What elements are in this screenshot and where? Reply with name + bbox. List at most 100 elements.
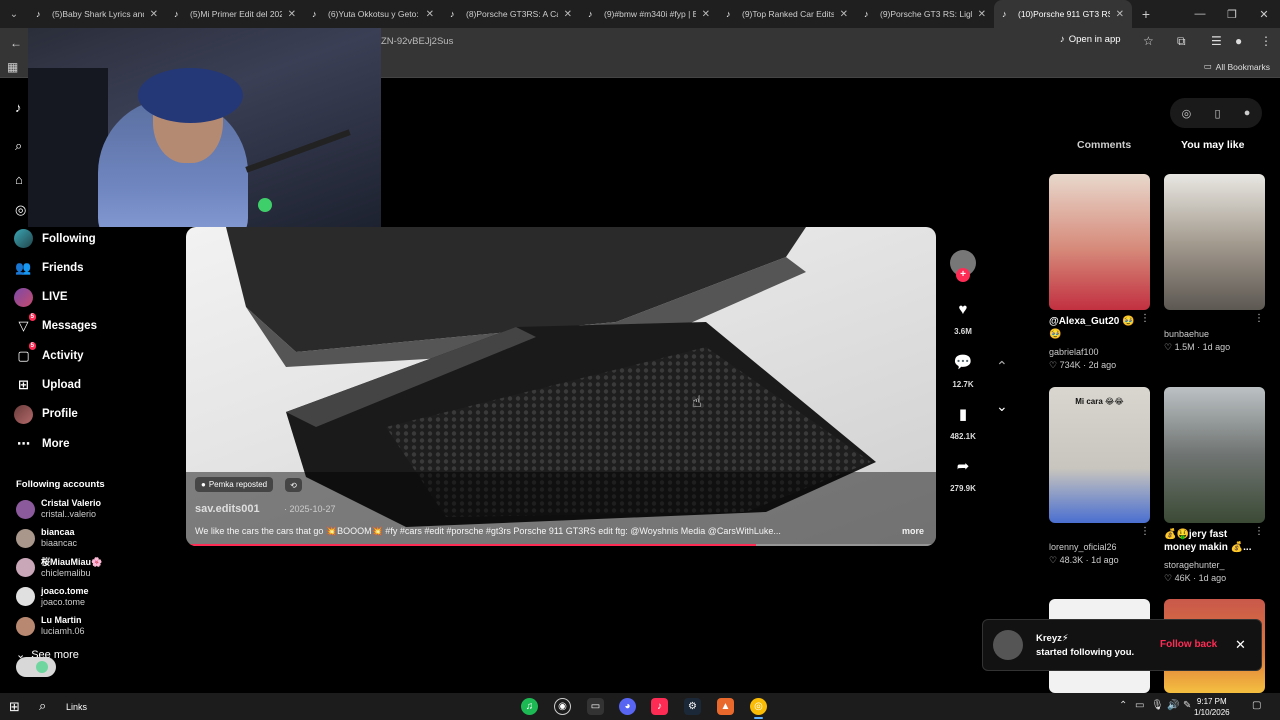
close-tab-icon[interactable]: ✕ (426, 9, 434, 20)
compass-icon[interactable]: ◎ (1182, 107, 1192, 120)
sidebar-item-profile[interactable]: Profile (14, 404, 78, 424)
user-avatar-icon[interactable]: ● (1244, 107, 1251, 119)
close-tab-icon[interactable]: ✕ (150, 9, 158, 20)
chrome-icon[interactable]: ◎ (750, 698, 767, 719)
close-tab-icon[interactable]: ✕ (702, 9, 710, 20)
theme-toggle[interactable] (16, 657, 56, 677)
close-icon[interactable]: ✕ (1235, 637, 1246, 653)
browser-tab[interactable]: ♪ (6)Yuta Okkotsu y Geto: E ✕ (304, 0, 442, 28)
tray-chevron-icon[interactable]: ⌃ (1119, 700, 1127, 711)
windows-start-icon[interactable]: ⊞ (9, 699, 20, 715)
tab-comments[interactable]: Comments (1077, 139, 1131, 151)
close-window-icon[interactable]: ✕ (1248, 0, 1280, 28)
video-author[interactable]: sav.edits001 (195, 503, 260, 515)
obs-icon[interactable]: ◉ (554, 698, 571, 715)
search-icon[interactable]: ⌕ (15, 138, 22, 154)
close-tab-icon[interactable]: ✕ (564, 9, 572, 20)
sidebar-item-upload[interactable]: ⊞ Upload (14, 376, 81, 395)
comment-button[interactable]: 💬 12.7K (947, 353, 979, 389)
sidebar-item-activity[interactable]: ▢ 5 Activity (14, 342, 84, 365)
browser-tab[interactable]: ♪ (9)Porsche GT3 RS: Lightw ✕ (856, 0, 994, 28)
notifications-icon[interactable]: ▢ (1252, 700, 1261, 711)
follow-back-button[interactable]: Follow back (1160, 639, 1217, 650)
discord-icon[interactable]: ◕ (619, 698, 636, 715)
tiktok-logo-icon[interactable]: ♪ (15, 100, 22, 115)
close-tab-icon[interactable]: ✕ (1116, 9, 1124, 20)
close-tab-icon[interactable]: ✕ (978, 9, 986, 20)
taskbar-search-label[interactable]: Links (66, 702, 87, 712)
microphone-icon[interactable]: 🎙 (1151, 700, 1164, 711)
restore-icon[interactable]: ❐ (1216, 0, 1248, 28)
save-button[interactable]: ▮ 482.1K (947, 405, 979, 441)
all-bookmarks-button[interactable]: ▭ All Bookmarks (1204, 61, 1270, 72)
card-menu-icon[interactable]: ⋮ (1254, 526, 1264, 537)
system-clock[interactable]: 9:17 PM 1/10/2026 (1194, 696, 1230, 718)
sidebar-item-live[interactable]: LIVE (14, 287, 68, 307)
next-video-icon[interactable]: ⌄ (996, 398, 1008, 415)
card-menu-icon[interactable]: ⋮ (1254, 313, 1264, 324)
video-thumbnail[interactable] (1164, 387, 1265, 523)
back-icon[interactable]: ← (10, 36, 22, 50)
follow-plus-icon[interactable]: + (956, 268, 970, 282)
sidebar-item-messages[interactable]: ▽ 5 Messages (14, 312, 97, 336)
card-menu-icon[interactable]: ⋮ (1140, 526, 1150, 537)
terminal-icon[interactable]: ▭ (587, 698, 604, 715)
new-tab-button[interactable]: + (1132, 6, 1160, 22)
card-title[interactable]: @Alexa_Gut20 🥹 🥹 (1049, 315, 1137, 341)
home-icon[interactable]: ⌂ (15, 172, 23, 187)
video-thumbnail[interactable] (1164, 174, 1265, 310)
extensions-icon[interactable]: ⧉ (1177, 34, 1186, 49)
pen-icon[interactable]: ✎ (1183, 700, 1191, 711)
close-tab-icon[interactable]: ✕ (840, 9, 848, 20)
repost-icon[interactable]: ⟲ (285, 478, 302, 492)
browser-tab[interactable]: ♪ (9)#bmw #m340i #fyp | B ✕ (580, 0, 718, 28)
card-user[interactable]: lorenny_oficial26 (1049, 542, 1117, 552)
browser-tab[interactable]: ♪ (10)Porsche 911 GT3 RS: E ✕ (994, 0, 1132, 28)
card-user[interactable]: storagehunter_ (1164, 560, 1225, 570)
card-menu-icon[interactable]: ⋮ (1140, 313, 1150, 324)
notifier-name[interactable]: Kreyz⚡ (1036, 633, 1069, 644)
tab-you-may-like[interactable]: You may like (1181, 139, 1244, 151)
volume-icon[interactable]: 🔊 (1167, 700, 1179, 711)
bookmark-star-icon[interactable]: ☆ (1143, 34, 1154, 48)
browser-tab[interactable]: ♪ (5)Baby Shark Lyrics and M ✕ (28, 0, 166, 28)
sidebar-item-following[interactable]: Following (14, 229, 96, 248)
launcher-icon[interactable]: ▲ (717, 698, 734, 715)
spotify-icon[interactable]: ♫ (521, 698, 538, 715)
following-account[interactable]: biancaa biaancac (16, 527, 77, 549)
url-field[interactable]: ZN-92vBEJj2Sus (381, 36, 453, 47)
media-controls-icon[interactable]: ☰ (1211, 34, 1222, 48)
profile-avatar-icon[interactable]: ● (1235, 34, 1242, 48)
search-icon[interactable]: ⌕ (39, 698, 46, 714)
browser-tab[interactable]: ♪ (8)Porsche GT3RS: A Car E ✕ (442, 0, 580, 28)
open-in-app-button[interactable]: ♪ Open in app (1060, 34, 1121, 45)
close-tab-icon[interactable]: ✕ (288, 9, 296, 20)
caption-more-button[interactable]: more (902, 526, 924, 536)
explore-icon[interactable]: ◎ (15, 202, 26, 218)
following-account[interactable]: 桜MiauMiau🌸 chiclemalibu (16, 557, 102, 579)
video-player[interactable]: ● Pemka reposted ⟲ sav.edits001 · 2025-1… (186, 227, 936, 546)
device-icon[interactable]: ▯ (1214, 107, 1220, 120)
previous-video-icon[interactable]: ⌃ (996, 358, 1008, 375)
browser-tab[interactable]: ♪ (9)Top Ranked Car Edits: T ✕ (718, 0, 856, 28)
video-thumbnail[interactable]: Mi cara 😂😂 (1049, 387, 1150, 523)
like-button[interactable]: ♥ 3.6M (947, 301, 979, 336)
minimize-icon[interactable]: — (1184, 0, 1216, 28)
card-title[interactable]: 💰🤑jery fast money makin 💰... (1164, 528, 1252, 554)
browser-menu-icon[interactable]: ⋮ (1260, 34, 1272, 48)
network-icon[interactable]: ▭ (1135, 700, 1144, 711)
repost-chip[interactable]: ● Pemka reposted (195, 477, 274, 492)
notifier-avatar[interactable] (993, 630, 1023, 660)
sidebar-item-more[interactable]: ⋯ More (14, 434, 69, 453)
following-account[interactable]: Lu Martin luciamh.06 (16, 615, 85, 637)
following-account[interactable]: Cristal Valerio cristal..valerio (16, 498, 101, 520)
video-thumbnail[interactable] (1049, 174, 1150, 310)
share-button[interactable]: ➦ 279.9K (947, 457, 979, 493)
tab-search-icon[interactable]: ⌄ (0, 0, 28, 28)
steam-icon[interactable]: ⚙ (684, 698, 701, 715)
video-progress-bar[interactable] (186, 544, 936, 546)
apps-grid-icon[interactable]: ▦ (7, 60, 18, 74)
card-user[interactable]: bunbaehue (1164, 329, 1209, 339)
tiktok-app-icon[interactable]: ♪ (651, 698, 668, 715)
following-account[interactable]: joaco.tome joaco.tome (16, 586, 89, 608)
